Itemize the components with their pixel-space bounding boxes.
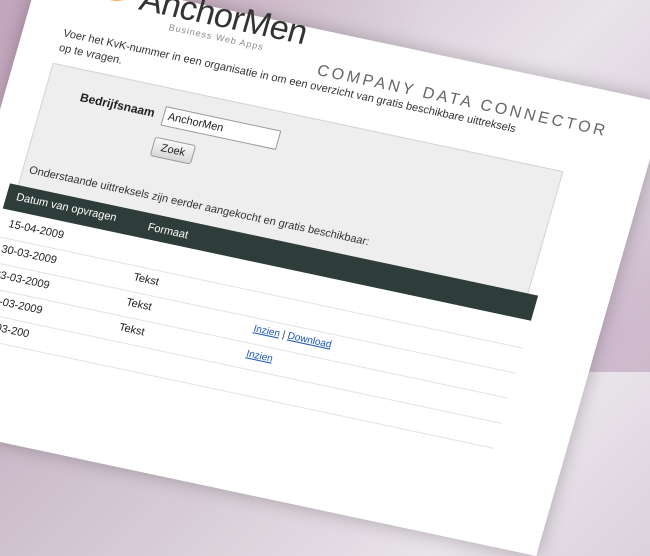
row-date: 15-04-2009	[7, 218, 66, 242]
download-link[interactable]: Download	[286, 331, 333, 351]
row-date: 04-03-200	[0, 318, 31, 341]
row-date: 10-03-2009	[0, 293, 44, 317]
row-format: Tekst	[131, 271, 161, 289]
view-link[interactable]: Inzien	[245, 349, 274, 365]
row-date: 30-03-2009	[0, 243, 59, 267]
row-actions: Inzien	[245, 349, 274, 365]
search-button[interactable]: Zoek	[149, 136, 197, 165]
row-format: Tekst	[124, 296, 154, 314]
view-link[interactable]: Inzien	[252, 323, 281, 339]
company-name-label: Bedrijfsnaam	[78, 90, 157, 120]
row-date: 23-03-2009	[0, 268, 52, 292]
app-page: AnchorMen Business Web Apps COMPANY DATA…	[0, 0, 650, 556]
row-format: Tekst	[117, 321, 146, 339]
header-format: Formaat	[146, 221, 190, 242]
